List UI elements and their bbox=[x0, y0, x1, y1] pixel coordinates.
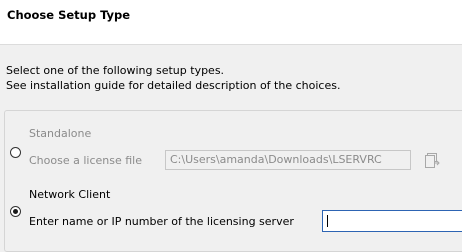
licensing-server-input[interactable] bbox=[322, 210, 462, 232]
folder-browse-icon[interactable] bbox=[424, 151, 442, 169]
licensing-server-label: Enter name or IP number of the licensing… bbox=[29, 215, 294, 228]
page-header: Choose Setup Type bbox=[0, 0, 462, 45]
text-caret bbox=[327, 215, 328, 227]
intro-text-line-1: Select one of the following setup types. bbox=[6, 64, 225, 77]
standalone-radio[interactable] bbox=[10, 147, 21, 158]
network-client-label: Network Client bbox=[29, 188, 111, 201]
page-title: Choose Setup Type bbox=[7, 8, 131, 22]
radio-selected-dot bbox=[13, 209, 18, 214]
intro-text-line-2: See installation guide for detailed desc… bbox=[6, 79, 341, 92]
license-file-input[interactable]: C:\Users\amanda\Downloads\LSERVRC bbox=[165, 150, 411, 170]
choose-license-file-label: Choose a license file bbox=[29, 154, 142, 167]
standalone-label: Standalone bbox=[29, 127, 92, 140]
network-client-radio[interactable] bbox=[10, 206, 21, 217]
